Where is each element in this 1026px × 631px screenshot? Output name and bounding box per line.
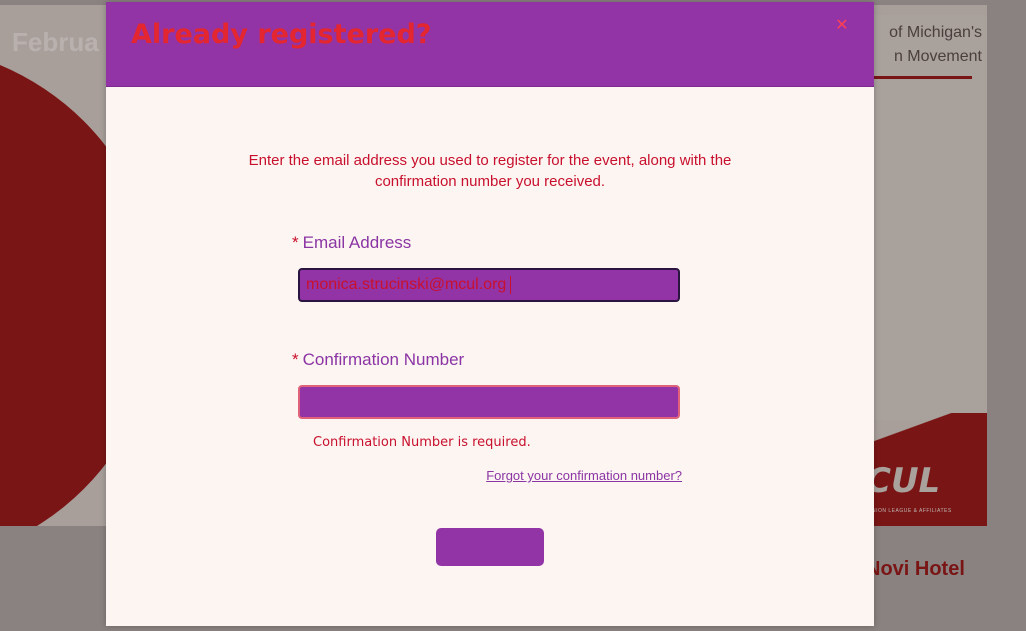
required-asterisk: * xyxy=(292,233,299,252)
submit-button[interactable] xyxy=(436,528,544,566)
email-label: * Email Address xyxy=(292,233,411,253)
banner-tagline-line: of Michigan's xyxy=(889,24,982,41)
email-label-text: Email Address xyxy=(302,233,412,252)
confirmation-label: * Confirmation Number xyxy=(292,350,464,370)
mcul-logo-subtext: NION LEAGUE & AFFILIATES xyxy=(872,508,952,514)
required-asterisk: * xyxy=(292,350,299,369)
text-caret xyxy=(510,275,512,294)
venue-heading: Novi Hotel xyxy=(866,558,965,580)
email-field[interactable]: monica.strucinski@mcul.org xyxy=(298,268,680,302)
forgot-confirmation-link[interactable]: Forgot your confirmation number? xyxy=(470,468,682,483)
banner-tagline: of Michigan's n Movement xyxy=(874,21,982,69)
email-field-value: monica.strucinski@mcul.org xyxy=(306,276,507,293)
banner-tagline-line: n Movement xyxy=(893,48,982,65)
intro-text: Enter the email address you used to regi… xyxy=(248,152,732,190)
already-registered-modal: Already registered? ✕ Enter the email ad… xyxy=(106,2,874,626)
banner-underline xyxy=(874,76,972,79)
confirmation-error: Confirmation Number is required. xyxy=(313,435,531,450)
banner-date: Februa xyxy=(12,27,99,57)
modal-title: Already registered? xyxy=(131,19,432,50)
confirmation-label-text: Confirmation Number xyxy=(302,350,465,369)
modal-header: Already registered? ✕ xyxy=(106,2,874,87)
confirmation-number-field[interactable] xyxy=(298,385,680,419)
close-icon[interactable]: ✕ xyxy=(832,16,852,36)
